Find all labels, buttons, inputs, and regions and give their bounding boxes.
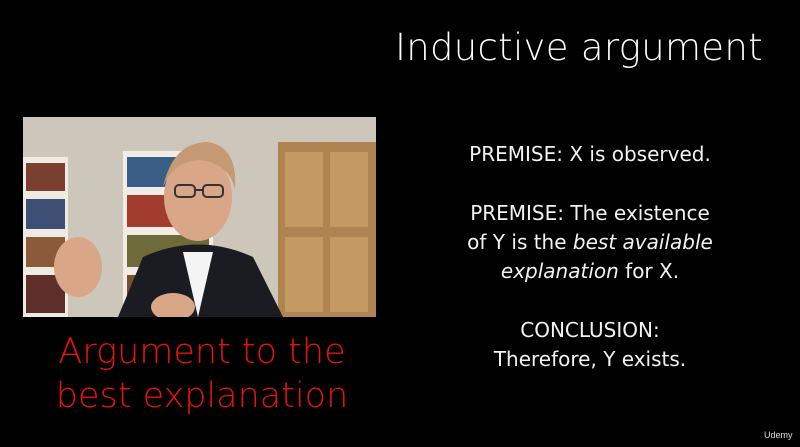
premise-2-line-3-suffix: for X. — [618, 259, 680, 283]
premise-1-text: PREMISE: X is observed. — [469, 142, 711, 166]
premise-2-line-2-prefix: of Y is the — [467, 230, 573, 254]
conclusion-line-2: Therefore, Y exists. — [493, 347, 687, 371]
slide-caption: Argument to the best explanation — [22, 330, 382, 418]
premise-2-line-2: of Y is the best available — [425, 228, 755, 257]
slide-title: Inductive argument — [395, 26, 763, 69]
udemy-logo: Udemy — [764, 430, 793, 440]
premise-2-line-3-italic: explanation — [500, 259, 619, 283]
lecturer-video-frame — [23, 117, 376, 317]
premise-2: PREMISE: The existence of Y is the best … — [425, 199, 755, 286]
lecturer-video — [23, 117, 376, 317]
conclusion: CONCLUSION: Therefore, Y exists. — [425, 316, 755, 374]
premise-2-line-3: explanation for X. — [425, 257, 755, 286]
premise-1: PREMISE: X is observed. — [425, 140, 755, 169]
premise-2-line-1: PREMISE: The existence — [470, 201, 710, 225]
premise-2-line-2-italic: best available — [572, 230, 713, 254]
conclusion-line-1: CONCLUSION: — [520, 318, 660, 342]
caption-line-1: Argument to the — [58, 332, 346, 372]
caption-line-2: best explanation — [55, 376, 349, 416]
